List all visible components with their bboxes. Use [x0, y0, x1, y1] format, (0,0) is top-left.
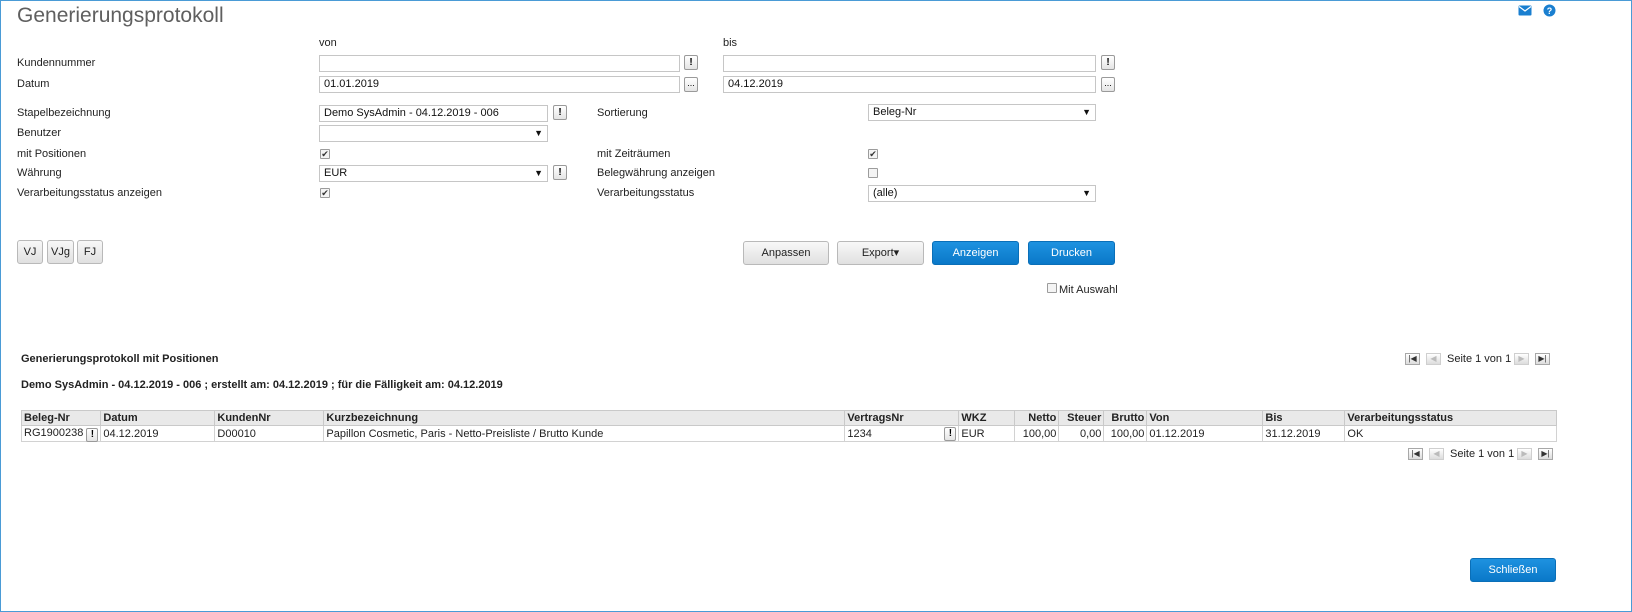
datum-bis-picker-button[interactable]: ... — [1101, 77, 1115, 92]
prev-page-button[interactable]: ◀ — [1426, 353, 1441, 365]
cell-von: 01.12.2019 — [1146, 425, 1264, 442]
col-beleg-nr[interactable]: Beleg-Nr — [20, 410, 102, 426]
cell-vertrags-nr: 1234 ! — [844, 425, 960, 442]
cell-datum: 04.12.2019 — [100, 425, 216, 442]
vertrags-nr-value: 1234 — [847, 427, 872, 440]
col-datum[interactable]: Datum — [100, 410, 216, 426]
last-page-button-bottom[interactable]: ▶| — [1538, 448, 1553, 460]
drucken-button[interactable]: Drucken — [1028, 241, 1115, 265]
vertrag-lookup-button[interactable]: ! — [944, 427, 957, 441]
kundennummer-label: Kundennummer — [17, 57, 96, 69]
table-header-row: Beleg-Nr Datum KundenNr Kurzbezeichnung … — [20, 410, 1557, 426]
pager-text-bottom: Seite 1 von 1 — [1450, 448, 1515, 460]
mit-positionen-label: mit Positionen — [17, 148, 87, 160]
next-page-button-bottom[interactable]: ▶ — [1517, 448, 1532, 460]
kundennummer-von-input[interactable] — [319, 55, 680, 72]
first-page-button-bottom[interactable]: |◀ — [1408, 448, 1423, 460]
table-row[interactable]: RG1900238 ! 04.12.2019 D00010 Papillon C… — [20, 425, 1557, 442]
cell-beleg-nr: RG1900238 ! — [20, 425, 102, 442]
sortierung-value: Beleg-Nr — [873, 106, 917, 118]
mit-zeitraeumen-checkbox[interactable]: ✔ — [868, 149, 878, 159]
vjg-button[interactable]: VJg — [47, 240, 74, 264]
stapel-input[interactable]: Demo SysAdmin - 04.12.2019 - 006 — [319, 105, 548, 122]
sortierung-label: Sortierung — [597, 107, 648, 119]
verarb-status-value: (alle) — [873, 187, 898, 199]
benutzer-label: Benutzer — [17, 127, 62, 139]
kundennummer-bis-input[interactable] — [723, 55, 1096, 72]
schliessen-button[interactable]: Schließen — [1470, 558, 1556, 582]
col-brutto[interactable]: Brutto — [1103, 410, 1148, 426]
pager-text: Seite 1 von 1 — [1447, 353, 1512, 365]
page-title: Generierungsprotokoll — [17, 4, 224, 27]
chevron-down-icon: ▼ — [1082, 107, 1091, 117]
anzeigen-button[interactable]: Anzeigen — [932, 241, 1019, 265]
datum-von-picker-button[interactable]: ... — [684, 77, 698, 92]
col-von[interactable]: Von — [1146, 410, 1264, 426]
datum-label: Datum — [17, 78, 50, 90]
fj-button[interactable]: FJ — [77, 240, 103, 264]
svg-text:?: ? — [1547, 6, 1553, 16]
checkmark-icon: ✔ — [321, 188, 329, 198]
beleg-nr-value: RG1900238 — [24, 426, 84, 439]
col-kunden-nr[interactable]: KundenNr — [214, 410, 325, 426]
verarb-anzeigen-label: Verarbeitungsstatus anzeigen — [17, 187, 162, 199]
cell-netto: 100,00 — [1014, 425, 1060, 442]
col-vertrags-nr[interactable]: VertragsNr — [844, 410, 960, 426]
verarb-status-select[interactable]: (alle) ▼ — [868, 185, 1096, 202]
cell-status: OK — [1344, 425, 1557, 442]
kundennummer-von-lookup-button[interactable]: ! — [684, 55, 698, 70]
chevron-down-icon: ▼ — [534, 128, 543, 138]
mit-auswahl-checkbox[interactable] — [1047, 283, 1057, 293]
waehrung-value: EUR — [324, 167, 348, 179]
chevron-down-icon: ▼ — [1082, 188, 1091, 198]
cell-steuer: 0,00 — [1058, 425, 1105, 442]
kundennummer-bis-lookup-button[interactable]: ! — [1101, 55, 1115, 70]
col-kurzbezeichnung[interactable]: Kurzbezeichnung — [323, 410, 846, 426]
mit-positionen-checkbox[interactable]: ✔ — [320, 149, 330, 159]
verarb-anzeigen-checkbox[interactable]: ✔ — [320, 188, 330, 198]
cell-bis: 31.12.2019 — [1262, 425, 1346, 442]
checkmark-icon: ✔ — [869, 149, 877, 159]
anpassen-button[interactable]: Anpassen — [743, 241, 829, 265]
benutzer-select[interactable]: ▼ — [319, 125, 548, 142]
export-button[interactable]: Export▾ — [837, 241, 924, 265]
col-bis[interactable]: Bis — [1262, 410, 1346, 426]
datum-bis-input[interactable]: 04.12.2019 — [723, 76, 1096, 93]
datum-von-input[interactable]: 01.01.2019 — [319, 76, 680, 93]
stapel-lookup-button[interactable]: ! — [553, 105, 567, 120]
beleg-lookup-button[interactable]: ! — [86, 427, 99, 442]
results-table: Beleg-Nr Datum KundenNr Kurzbezeichnung … — [20, 410, 1557, 442]
cell-wkz: EUR — [958, 425, 1016, 442]
bis-header: bis — [723, 37, 738, 49]
results-section-title: Generierungsprotokoll mit Positionen — [21, 353, 219, 365]
belegwaehrung-label: Belegwährung anzeigen — [597, 167, 716, 179]
waehrung-select[interactable]: EUR ▼ — [319, 165, 548, 182]
last-page-button[interactable]: ▶| — [1535, 353, 1550, 365]
cell-brutto: 100,00 — [1103, 425, 1148, 442]
cell-kunden-nr: D00010 — [214, 425, 325, 442]
group-header: Demo SysAdmin - 04.12.2019 - 006 ; erste… — [21, 379, 503, 391]
next-page-button[interactable]: ▶ — [1514, 353, 1529, 365]
mit-zeitraeumen-label: mit Zeiträumen — [597, 148, 671, 160]
col-netto[interactable]: Netto — [1014, 410, 1060, 426]
checkmark-icon: ✔ — [321, 149, 329, 159]
vj-button[interactable]: VJ — [17, 240, 43, 264]
verarb-status-label: Verarbeitungsstatus — [597, 187, 695, 199]
help-icon[interactable]: ? — [1543, 4, 1556, 17]
col-steuer[interactable]: Steuer — [1058, 410, 1105, 426]
waehrung-lookup-button[interactable]: ! — [553, 165, 567, 180]
sortierung-select[interactable]: Beleg-Nr ▼ — [868, 104, 1096, 121]
waehrung-label: Währung — [17, 167, 62, 179]
col-wkz[interactable]: WKZ — [958, 410, 1016, 426]
prev-page-button-bottom[interactable]: ◀ — [1429, 448, 1444, 460]
cell-kurzbezeichnung: Papillon Cosmetic, Paris - Netto-Preisli… — [323, 425, 846, 442]
mail-icon[interactable] — [1518, 5, 1532, 16]
belegwaehrung-checkbox[interactable] — [868, 168, 878, 178]
first-page-button[interactable]: |◀ — [1405, 353, 1420, 365]
von-header: von — [319, 37, 337, 49]
stapel-label: Stapelbezeichnung — [17, 107, 111, 119]
chevron-down-icon: ▼ — [534, 168, 543, 178]
col-verarbeitungsstatus[interactable]: Verarbeitungsstatus — [1344, 410, 1557, 426]
mit-auswahl-label: Mit Auswahl — [1059, 284, 1118, 296]
